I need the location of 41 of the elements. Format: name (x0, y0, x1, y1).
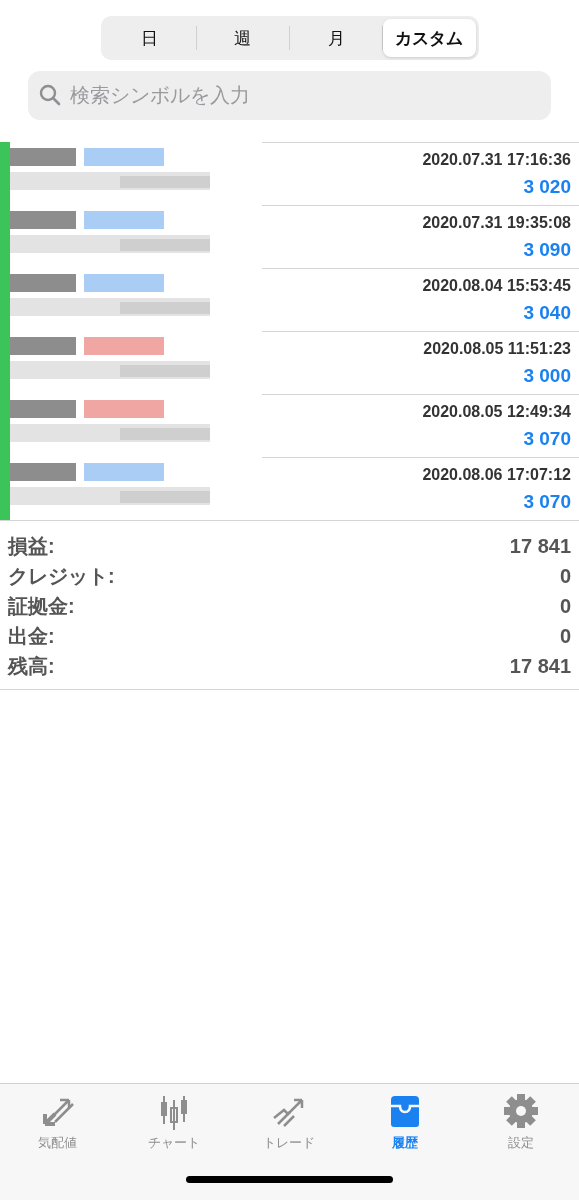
tab-item[interactable]: トレード (231, 1092, 348, 1152)
tab-item[interactable]: 履歴 (347, 1092, 464, 1152)
summary-value: 0 (559, 594, 571, 618)
deal-amount: 3 040 (523, 301, 571, 325)
tab-item[interactable]: 設定 (463, 1092, 579, 1152)
deal-amount: 3 090 (523, 238, 571, 262)
summary-label: クレジット: (8, 563, 115, 589)
blurred-text (10, 148, 76, 166)
deal-time: 2020.08.04 15:53:45 (422, 276, 571, 296)
period-tab[interactable]: 月 (290, 19, 383, 57)
blurred-text (10, 211, 76, 229)
summary-label: 証拠金: (8, 593, 75, 619)
summary-label: 出金: (8, 623, 55, 649)
deal-amount: 3 020 (523, 175, 571, 199)
summary-value: 0 (559, 624, 571, 648)
summary-label: 残高: (8, 653, 55, 679)
summary-value: 17 841 (509, 654, 571, 678)
deal-amount: 3 070 (523, 427, 571, 451)
summary-value: 17 841 (509, 534, 571, 558)
blurred-text (10, 463, 76, 481)
deal-time: 2020.08.05 12:49:34 (422, 402, 571, 422)
status-strip (0, 142, 10, 205)
deal-amount: 3 000 (523, 364, 571, 388)
period-tab[interactable]: 週 (196, 19, 289, 57)
blurred-text (10, 337, 76, 355)
summary-value: 0 (559, 564, 571, 588)
tab-item[interactable]: チャート (115, 1092, 232, 1152)
period-tab[interactable]: カスタム (383, 19, 476, 57)
blurred-text (10, 274, 76, 292)
tab-item[interactable]: 気配値 (0, 1092, 116, 1152)
gear-icon (502, 1092, 541, 1130)
deal-time: 2020.07.31 17:16:36 (422, 150, 571, 170)
period-tab[interactable]: 日 (103, 19, 196, 57)
search-field[interactable]: 検索シンボルを入力 (28, 71, 551, 120)
blurred-text (10, 400, 76, 418)
deal-time: 2020.08.05 11:51:23 (423, 339, 571, 359)
deal-amount: 3 070 (523, 490, 571, 514)
summary-label: 損益: (8, 533, 55, 559)
deal-time: 2020.07.31 19:35:08 (422, 213, 571, 233)
deal-time: 2020.08.06 17:07:12 (422, 465, 571, 485)
status-strip (0, 457, 10, 520)
